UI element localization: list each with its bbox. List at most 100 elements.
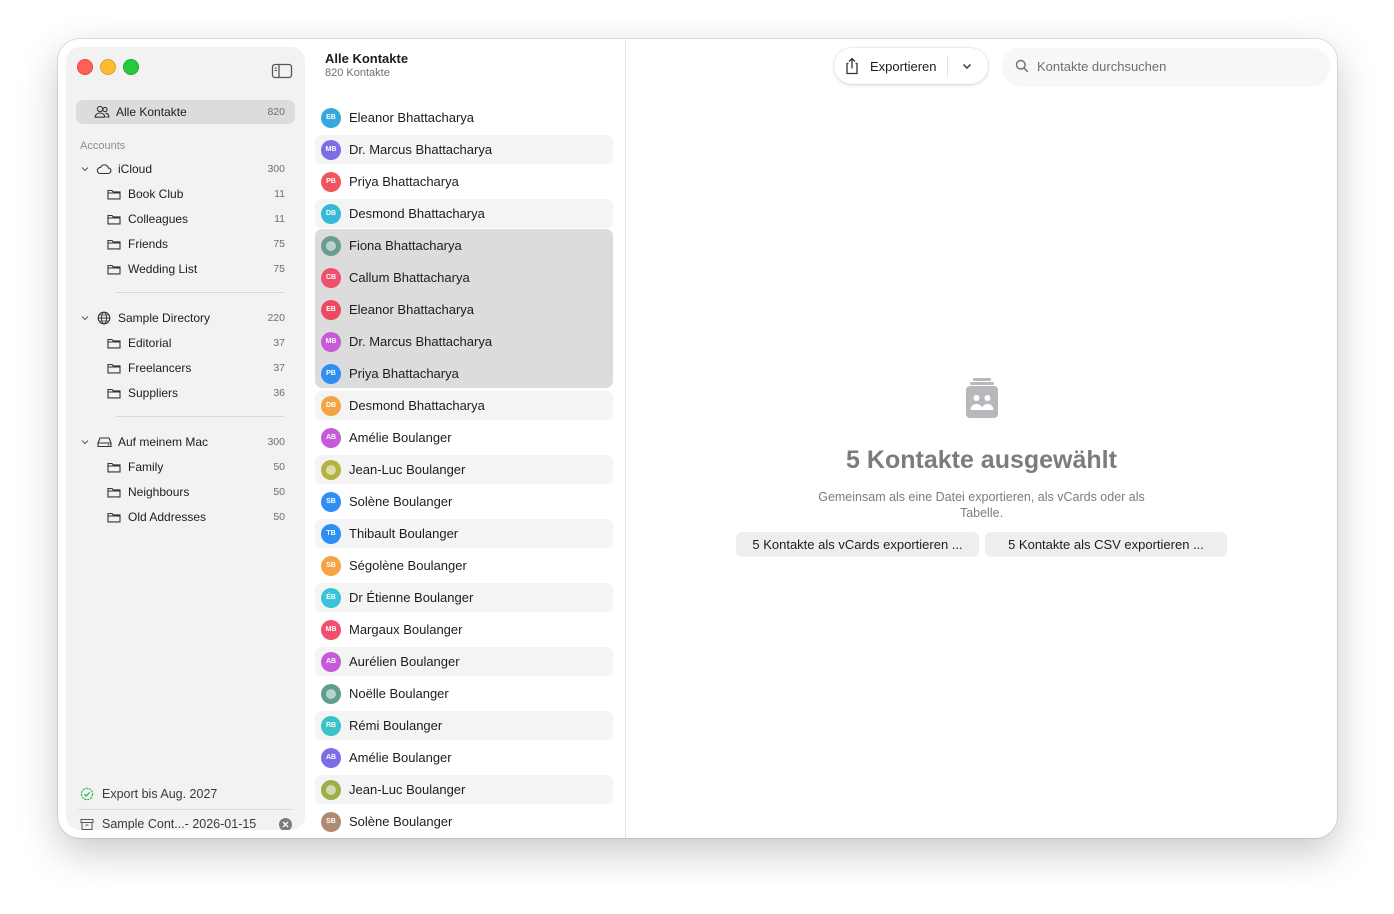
sidebar-item-wedding-list[interactable]: Wedding List 75 — [76, 257, 295, 281]
contact-row[interactable]: AB Aurélien Boulanger — [315, 647, 613, 676]
sidebar-group-sample-directory[interactable]: Sample Directory 220 — [76, 306, 295, 330]
avatar — [321, 779, 341, 800]
folder-icon — [106, 261, 122, 277]
sidebar-item-friends[interactable]: Friends 75 — [76, 232, 295, 256]
avatar: AB — [321, 651, 341, 672]
contact-row[interactable]: PB Priya Bhattacharya — [315, 359, 613, 388]
contact-row[interactable]: DB Desmond Bhattacharya — [315, 199, 613, 228]
minimize-window-button[interactable] — [100, 59, 116, 75]
sidebar-item-count: 37 — [273, 362, 285, 374]
sidebar-item-label: Sample Directory — [118, 311, 211, 325]
contact-name: Dr. Marcus Bhattacharya — [349, 334, 493, 349]
folder-icon — [106, 484, 122, 500]
avatar: ÉB — [321, 587, 341, 608]
chevron-down-icon[interactable] — [80, 164, 90, 174]
contact-row[interactable]: Fiona Bhattacharya — [315, 231, 613, 260]
search-icon — [1015, 59, 1029, 73]
sidebar-item-all-contacts[interactable]: Alle Kontakte 820 — [76, 100, 295, 124]
accounts-section-header: Accounts — [80, 140, 126, 152]
avatar: CB — [321, 267, 341, 288]
contact-row[interactable]: SB Solène Boulanger — [315, 487, 613, 516]
folder-icon — [106, 211, 122, 227]
contact-row[interactable]: SB Solène Boulanger — [315, 807, 613, 836]
contact-name: Amélie Boulanger — [349, 430, 452, 445]
contact-row[interactable]: AB Amélie Boulanger — [315, 423, 613, 452]
list-title: Alle Kontakte — [325, 51, 409, 66]
contact-name: Priya Bhattacharya — [349, 366, 459, 381]
sidebar-item-editorial[interactable]: Editorial 37 — [76, 331, 295, 355]
avatar — [321, 683, 341, 704]
sidebar-item-suppliers[interactable]: Suppliers 36 — [76, 381, 295, 405]
folder-icon — [106, 385, 122, 401]
sidebar-item-neighbours[interactable]: Neighbours 50 — [76, 480, 295, 504]
contact-row[interactable]: PB Priya Bhattacharya — [315, 167, 613, 196]
export-button[interactable]: Exportieren — [834, 48, 988, 84]
contact-row[interactable]: RB Rémi Boulanger — [315, 711, 613, 740]
export-status-text: Export bis Aug. 2027 — [102, 787, 218, 801]
contact-name: Desmond Bhattacharya — [349, 398, 485, 413]
avatar: PB — [321, 363, 341, 384]
sidebar-item-family[interactable]: Family 50 — [76, 455, 295, 479]
contact-name: Noëlle Boulanger — [349, 686, 449, 701]
sidebar: Alle Kontakte 820 Accounts iCloud 300 Bo… — [66, 47, 305, 830]
contact-name: Priya Bhattacharya — [349, 174, 459, 189]
chevron-down-icon[interactable] — [80, 437, 90, 447]
sidebar-item-freelancers[interactable]: Freelancers 37 — [76, 356, 295, 380]
close-window-button[interactable] — [77, 59, 93, 75]
avatar: EB — [321, 299, 341, 320]
contact-row[interactable]: EB Eleanor Bhattacharya — [315, 295, 613, 324]
remove-archive-icon[interactable] — [279, 817, 292, 830]
contact-name: Desmond Bhattacharya — [349, 206, 485, 221]
contact-row[interactable]: Noëlle Boulanger — [315, 679, 613, 708]
contact-name: Solène Boulanger — [349, 814, 453, 829]
sidebar-item-count: 300 — [267, 163, 285, 175]
zoom-window-button[interactable] — [123, 59, 139, 75]
chevron-down-icon[interactable] — [80, 313, 90, 323]
contact-row[interactable]: EB Eleanor Bhattacharya — [315, 103, 613, 132]
contact-row[interactable]: CB Callum Bhattacharya — [315, 263, 613, 292]
sidebar-item-colleagues[interactable]: Colleagues 11 — [76, 207, 295, 231]
contact-row[interactable]: ÉB Dr Étienne Boulanger — [315, 583, 613, 612]
contact-row[interactable]: TB Thibault Boulanger — [315, 519, 613, 548]
sidebar-item-label: Family — [128, 460, 164, 474]
contact-name: Aurélien Boulanger — [349, 654, 460, 669]
sidebar-item-old-addresses[interactable]: Old Addresses 50 — [76, 505, 295, 529]
sidebar-group-icloud[interactable]: iCloud 300 — [76, 157, 295, 181]
archive-row[interactable]: Sample Cont...- 2026-01-15 — [66, 810, 305, 830]
sidebar-item-count: 11 — [274, 213, 285, 225]
contact-row[interactable]: AB Amélie Boulanger — [315, 743, 613, 772]
sidebar-item-book-club[interactable]: Book Club 11 — [76, 182, 295, 206]
contact-row[interactable]: DB Desmond Bhattacharya — [315, 391, 613, 420]
contact-row[interactable]: Jean-Luc Boulanger — [315, 775, 613, 804]
sidebar-item-count: 50 — [273, 486, 285, 498]
contact-name: Thibault Boulanger — [349, 526, 459, 541]
export-vcards-button[interactable]: 5 Kontakte als vCards exportieren ... — [736, 532, 979, 556]
contact-row[interactable]: MB Dr. Marcus Bhattacharya — [315, 327, 613, 356]
folder-icon — [106, 335, 122, 351]
sidebar-item-count: 50 — [273, 511, 285, 523]
contact-row[interactable]: Jean-Luc Boulanger — [315, 455, 613, 484]
contact-name: Callum Bhattacharya — [349, 270, 470, 285]
contact-row[interactable]: SB Ségolène Boulanger — [315, 551, 613, 580]
chevron-down-icon[interactable] — [960, 59, 974, 73]
sidebar-group-on-my-mac[interactable]: Auf meinem Mac 300 — [76, 430, 295, 454]
search-field[interactable]: Kontakte durchsuchen — [1003, 48, 1329, 84]
contact-row[interactable]: MB Dr. Marcus Bhattacharya — [315, 135, 613, 164]
contact-row[interactable]: MB Margaux Boulanger — [315, 615, 613, 644]
contact-name: Rémi Boulanger — [349, 718, 443, 733]
sidebar-toggle-icon[interactable] — [271, 63, 293, 79]
contact-name: Amélie Boulanger — [349, 750, 452, 765]
contact-name: Ségolène Boulanger — [349, 558, 467, 573]
sidebar-item-label: Neighbours — [128, 485, 190, 499]
globe-icon — [96, 310, 112, 326]
detail-pane: Exportieren Kontakte durchsuchen 5 Konta… — [626, 39, 1337, 838]
export-csv-button[interactable]: 5 Kontakte als CSV exportieren ... — [985, 532, 1227, 556]
sidebar-item-label: Suppliers — [128, 386, 179, 400]
sidebar-item-label: Old Addresses — [128, 510, 207, 524]
sidebar-divider — [116, 416, 284, 417]
contact-name: Eleanor Bhattacharya — [349, 302, 475, 317]
list-count: 820 Kontakte — [325, 67, 390, 79]
contact-name: Dr. Marcus Bhattacharya — [349, 142, 493, 157]
avatar: EB — [321, 107, 341, 128]
archive-box-icon — [79, 816, 95, 830]
